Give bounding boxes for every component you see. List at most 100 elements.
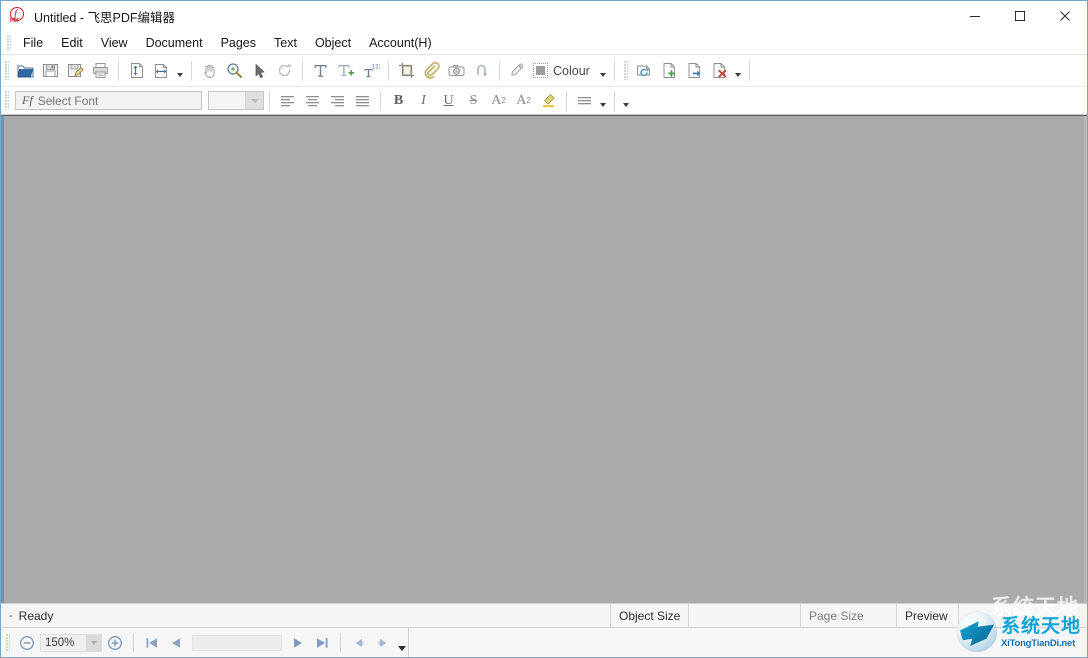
- navbar-overflow-icon[interactable]: [395, 630, 408, 656]
- format-toolbar-overflow-icon[interactable]: [620, 88, 632, 113]
- colour-picker-button[interactable]: Colour: [530, 59, 597, 83]
- last-page-icon[interactable]: [310, 631, 334, 655]
- toolbar-separator: [380, 91, 381, 111]
- underline-glyph: U: [443, 93, 453, 109]
- font-family-combobox[interactable]: Ff: [15, 91, 202, 110]
- crop-icon[interactable]: [394, 58, 419, 83]
- superscript-icon[interactable]: A2: [486, 88, 511, 113]
- eyedropper-icon[interactable]: [505, 58, 530, 83]
- align-center-icon[interactable]: [300, 88, 325, 113]
- previous-view-icon[interactable]: [347, 631, 371, 655]
- text-tool-icon[interactable]: [308, 58, 333, 83]
- menu-item-view[interactable]: View: [92, 33, 137, 53]
- bold-icon[interactable]: B: [386, 88, 411, 113]
- subscript-icon[interactable]: A2: [511, 88, 536, 113]
- attachment-icon[interactable]: [419, 58, 444, 83]
- preview-label: Preview: [897, 604, 959, 627]
- superscript-glyph: A: [491, 93, 501, 109]
- zoom-out-icon[interactable]: [15, 631, 39, 655]
- open-icon[interactable]: [13, 58, 38, 83]
- chevron-down-icon[interactable]: [732, 58, 744, 83]
- toolbar-separator: [749, 61, 750, 81]
- menu-grip-handle[interactable]: [7, 35, 11, 51]
- format-toolbar: Ff: [1, 87, 1087, 115]
- zoom-in-icon[interactable]: [103, 631, 127, 655]
- align-right-icon[interactable]: [325, 88, 350, 113]
- document-canvas[interactable]: [1, 115, 1087, 603]
- zoom-tool-icon[interactable]: [222, 58, 247, 83]
- first-page-icon[interactable]: [140, 631, 164, 655]
- menu-item-file[interactable]: File: [14, 33, 52, 53]
- fit-page-icon[interactable]: [124, 58, 149, 83]
- chevron-down-icon[interactable]: [245, 92, 263, 109]
- maximize-icon[interactable]: [997, 1, 1042, 31]
- chevron-down-icon[interactable]: [174, 58, 186, 83]
- chevron-down-icon[interactable]: [597, 58, 609, 83]
- zoom-level-combobox[interactable]: 150%: [40, 634, 102, 652]
- highlight-icon[interactable]: [536, 88, 561, 113]
- canvas-scroll-edge: [1084, 116, 1087, 603]
- menu-item-text[interactable]: Text: [265, 33, 306, 53]
- italic-icon[interactable]: I: [411, 88, 436, 113]
- delete-page-icon[interactable]: [707, 58, 732, 83]
- line-spacing-icon[interactable]: [572, 88, 597, 113]
- camera-icon[interactable]: [444, 58, 469, 83]
- toolbar-separator: [614, 91, 615, 111]
- toolbar-separator: [118, 61, 119, 81]
- toolbar-separator: [388, 61, 389, 81]
- next-page-icon[interactable]: [286, 631, 310, 655]
- insert-page-icon[interactable]: [657, 58, 682, 83]
- navbar-spacer: [408, 628, 1087, 657]
- page-tools-grip-handle[interactable]: [624, 61, 628, 80]
- application-window: f PDF Untitled - 飞思PDF编辑器 File Edit View…: [0, 0, 1088, 658]
- font-icon: Ff: [16, 93, 38, 108]
- svg-text:123: 123: [372, 64, 381, 71]
- next-view-icon[interactable]: [371, 631, 395, 655]
- link-icon[interactable]: [469, 58, 494, 83]
- chevron-down-icon[interactable]: [86, 635, 101, 651]
- save-as-icon[interactable]: [63, 58, 88, 83]
- print-icon[interactable]: [88, 58, 113, 83]
- font-size-combobox[interactable]: [208, 91, 264, 110]
- menu-item-edit[interactable]: Edit: [52, 33, 92, 53]
- minimize-icon[interactable]: [952, 1, 997, 31]
- add-text-icon[interactable]: [333, 58, 358, 83]
- navbar-separator: [340, 633, 341, 652]
- toolbar-separator: [191, 61, 192, 81]
- text-order-icon[interactable]: 123: [358, 58, 383, 83]
- menu-item-document[interactable]: Document: [137, 33, 212, 53]
- save-icon[interactable]: [38, 58, 63, 83]
- toolbar-separator: [566, 91, 567, 111]
- close-icon[interactable]: [1042, 1, 1087, 31]
- navbar-grip-handle[interactable]: [6, 634, 10, 652]
- object-size-value: [689, 604, 801, 627]
- underline-icon[interactable]: U: [436, 88, 461, 113]
- format-toolbar-grip-handle[interactable]: [5, 91, 9, 110]
- menu-item-account[interactable]: Account(H): [360, 33, 441, 53]
- font-family-input[interactable]: [38, 94, 178, 108]
- align-left-icon[interactable]: [275, 88, 300, 113]
- hand-tool-icon[interactable]: [197, 58, 222, 83]
- object-size-label: Object Size: [611, 604, 689, 627]
- strikethrough-icon[interactable]: S: [461, 88, 486, 113]
- main-toolbar-grip-handle[interactable]: [5, 61, 9, 80]
- replace-page-icon[interactable]: [632, 58, 657, 83]
- previous-page-icon[interactable]: [164, 631, 188, 655]
- menu-item-pages[interactable]: Pages: [212, 33, 265, 53]
- status-ready-cell: - Ready: [1, 604, 611, 627]
- page-size-label: Page Size: [801, 604, 897, 627]
- colour-swatch-icon: [533, 63, 548, 78]
- menu-item-object[interactable]: Object: [306, 33, 360, 53]
- pdf-logo-icon: f PDF: [9, 7, 27, 25]
- extract-page-icon[interactable]: [682, 58, 707, 83]
- rotate-icon[interactable]: [272, 58, 297, 83]
- chevron-down-icon[interactable]: [597, 88, 609, 113]
- page-number-input[interactable]: [192, 635, 282, 651]
- align-justify-icon[interactable]: [350, 88, 375, 113]
- select-tool-icon[interactable]: [247, 58, 272, 83]
- fit-width-icon[interactable]: [149, 58, 174, 83]
- toolbar-separator: [614, 61, 615, 81]
- window-title: Untitled - 飞思PDF编辑器: [34, 7, 175, 26]
- status-bar: - Ready Object Size Page Size Preview: [1, 603, 1087, 627]
- font-size-value: [209, 92, 245, 109]
